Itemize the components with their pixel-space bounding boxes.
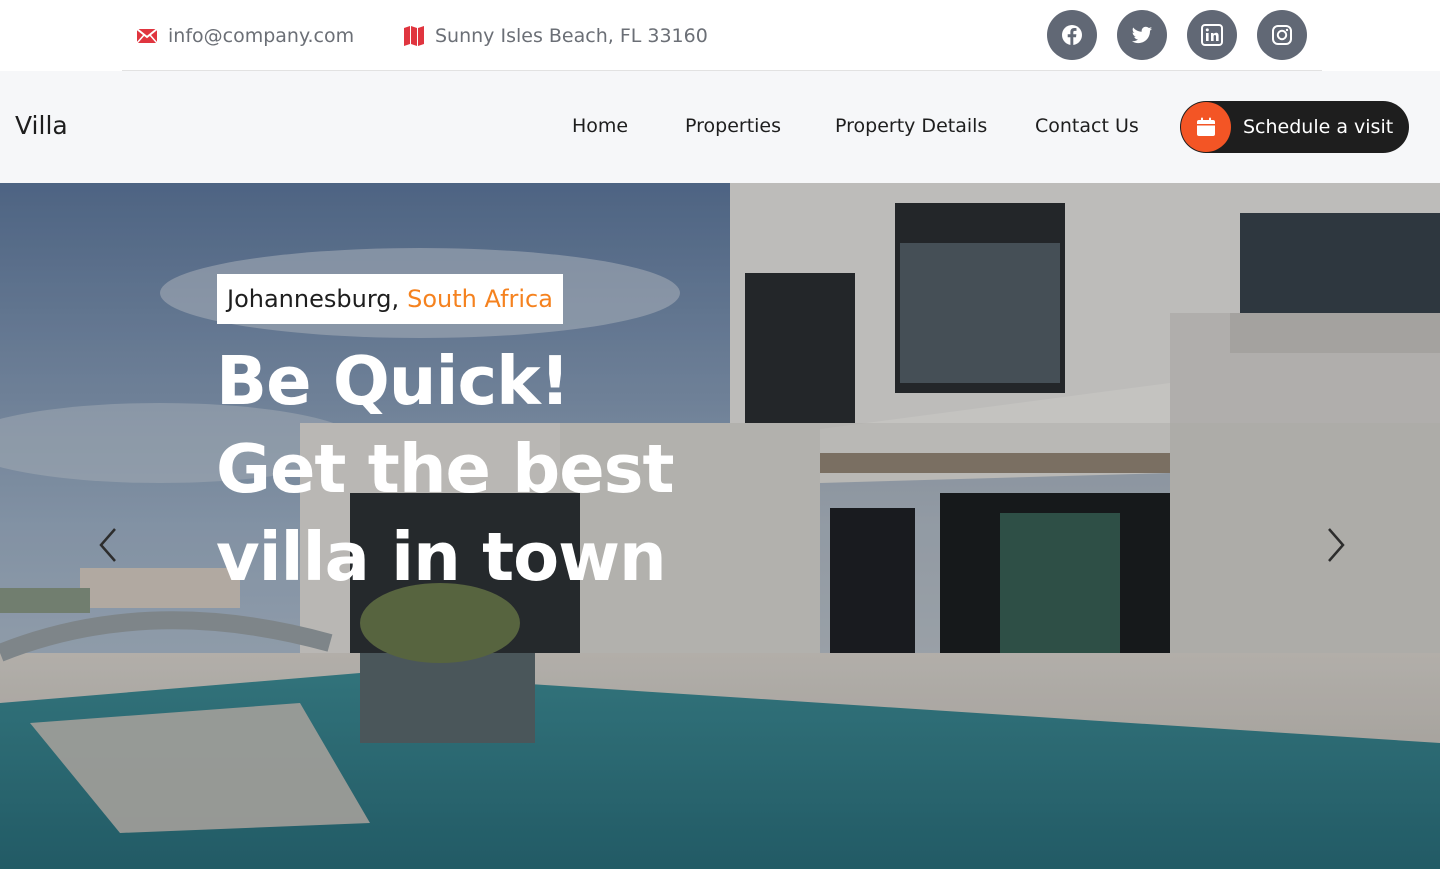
- chevron-right-icon: [1328, 528, 1345, 562]
- twitter-icon: [1131, 26, 1153, 44]
- contact-email[interactable]: info@company.com: [136, 22, 354, 50]
- twitter-button[interactable]: [1117, 10, 1167, 60]
- nav-properties[interactable]: Properties: [685, 115, 781, 137]
- schedule-visit-button[interactable]: Schedule a visit: [1180, 101, 1409, 153]
- hero-headline-line-3: villa in town: [216, 518, 667, 596]
- linkedin-icon: [1201, 24, 1223, 46]
- facebook-button[interactable]: [1047, 10, 1097, 60]
- email-text: info@company.com: [168, 25, 355, 47]
- facebook-icon: [1062, 25, 1082, 45]
- contact-address: Sunny Isles Beach, FL 33160: [403, 22, 708, 50]
- hero-headline-line-2: Get the best: [216, 430, 675, 508]
- instagram-button[interactable]: [1257, 10, 1307, 60]
- envelope-icon: [136, 25, 158, 47]
- location-tag: Johannesburg, South Africa: [217, 274, 563, 324]
- hero-headline-line-1: Be Quick!: [216, 342, 570, 420]
- nav-property-details[interactable]: Property Details: [835, 115, 987, 137]
- linkedin-button[interactable]: [1187, 10, 1237, 60]
- chevron-left-icon: [99, 528, 116, 562]
- brand-logo[interactable]: Villa: [15, 111, 68, 140]
- nav-home[interactable]: Home: [572, 115, 628, 137]
- nav-contact-us[interactable]: Contact Us: [1035, 115, 1139, 137]
- hero-slider: Johannesburg, South Africa Be Quick! Get…: [0, 183, 1440, 869]
- instagram-icon: [1272, 25, 1292, 45]
- address-text: Sunny Isles Beach, FL 33160: [435, 25, 708, 47]
- location-city: Johannesburg,: [227, 285, 400, 313]
- calendar-icon: [1181, 102, 1231, 152]
- slider-next-button[interactable]: [1321, 523, 1351, 567]
- location-country: South Africa: [407, 285, 553, 313]
- top-info-bar: info@company.com Sunny Isles Beach, FL 3…: [0, 0, 1440, 71]
- map-icon: [403, 25, 425, 47]
- schedule-visit-label: Schedule a visit: [1243, 116, 1394, 138]
- slider-prev-button[interactable]: [93, 523, 123, 567]
- main-navbar: Villa Home Properties Property Details C…: [0, 71, 1440, 183]
